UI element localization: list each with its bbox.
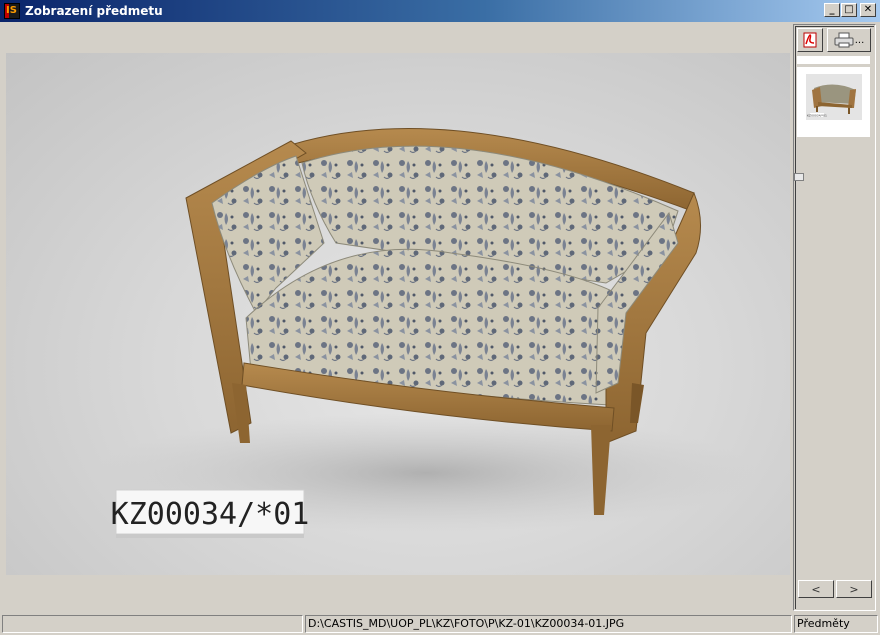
print-button[interactable]: ... xyxy=(827,28,871,52)
pdf-icon xyxy=(803,32,817,48)
strip-top xyxy=(797,56,870,64)
maximize-button[interactable]: □ xyxy=(841,3,857,17)
close-button[interactable]: ✕ xyxy=(860,3,876,17)
status-section: Předměty xyxy=(794,615,878,633)
svg-text:KZ00034/*01: KZ00034/*01 xyxy=(807,114,827,118)
svg-text:KZ00034/*01: KZ00034/*01 xyxy=(111,497,310,532)
panel-splitter-handle[interactable] xyxy=(794,173,804,181)
minimize-button[interactable]: _ xyxy=(824,3,840,17)
app-icon: IS xyxy=(4,3,20,19)
sofa-thumbnail: KZ00034/*01 xyxy=(805,74,862,120)
status-file-path: D:\CASTIS_MD\UOP_PL\KZ\FOTO\P\KZ-01\KZ00… xyxy=(305,615,792,633)
strip-bottom xyxy=(797,127,870,137)
printer-icon xyxy=(834,32,854,48)
status-left xyxy=(2,615,303,633)
title-bar[interactable]: IS Zobrazení předmetu _ □ ✕ xyxy=(0,0,880,22)
prev-button[interactable]: < xyxy=(798,580,834,598)
image-viewer[interactable]: KZ00034/*01 xyxy=(6,53,790,575)
thumbnail-panel: ... KZ00034/*01 < > xyxy=(793,24,876,611)
window-title: Zobrazení předmetu xyxy=(25,4,163,18)
export-pdf-button[interactable] xyxy=(797,28,823,52)
sofa-photo: KZ00034/*01 xyxy=(96,128,756,538)
status-bar: D:\CASTIS_MD\UOP_PL\KZ\FOTO\P\KZ-01\KZ00… xyxy=(0,613,880,635)
next-button[interactable]: > xyxy=(836,580,872,598)
thumbnail-item[interactable]: KZ00034/*01 xyxy=(797,67,870,127)
print-more: ... xyxy=(854,34,865,46)
accession-label: KZ00034/*01 xyxy=(111,489,310,538)
